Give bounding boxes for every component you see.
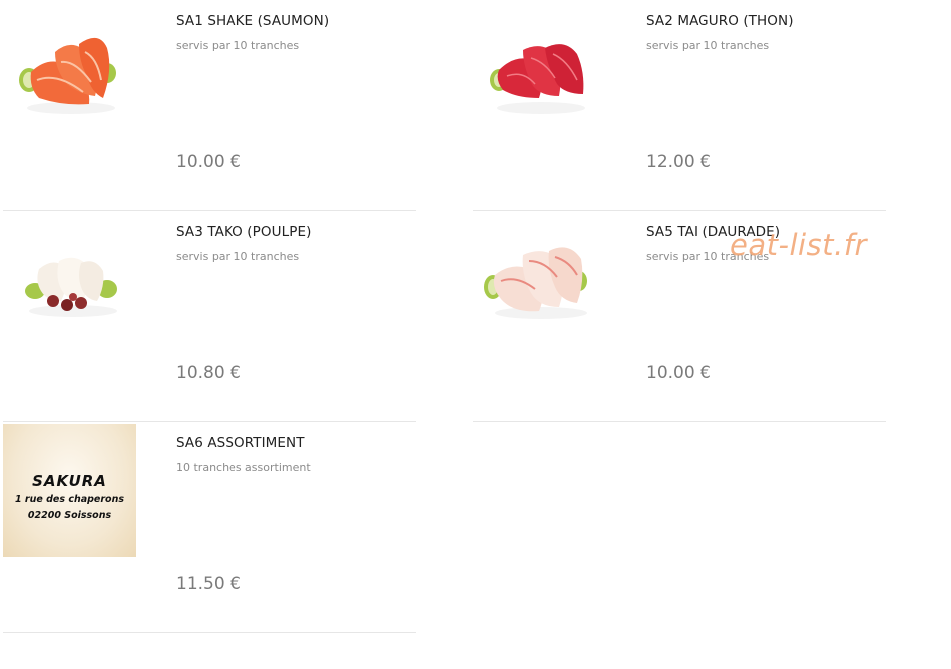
restaurant-name: SAKURA [32, 472, 107, 490]
menu-item[interactable]: SA1 SHAKE (SAUMON) servis par 10 tranche… [3, 0, 416, 211]
item-description: 10 tranches assortiment [176, 461, 311, 474]
item-title: SA6 ASSORTIMENT [176, 435, 305, 451]
item-title: SA1 SHAKE (SAUMON) [176, 13, 330, 29]
item-title: SA3 TAKO (POULPE) [176, 224, 312, 240]
menu-item[interactable]: SA2 MAGURO (THON) servis par 10 tranches… [473, 0, 886, 211]
item-title: SA2 MAGURO (THON) [646, 13, 794, 29]
menu-item[interactable]: SA3 TAKO (POULPE) servis par 10 tranches… [3, 211, 416, 422]
item-price: 12.00 € [646, 152, 711, 172]
item-description: servis par 10 tranches [646, 39, 770, 52]
item-price: 11.50 € [176, 574, 241, 594]
restaurant-address-street: 1 rue des chaperons [15, 494, 124, 505]
restaurant-logo-card: SAKURA 1 rue des chaperons 02200 Soisson… [3, 424, 136, 557]
restaurant-address-city: 02200 Soissons [27, 510, 112, 521]
item-price: 10.80 € [176, 363, 241, 383]
tuna-sashimi-image [490, 44, 585, 114]
watermark-text: eat-list.fr [730, 228, 867, 262]
sea-bream-sashimi-image [484, 247, 587, 319]
octopus-sashimi-image [25, 257, 117, 317]
item-description: servis par 10 tranches [176, 39, 300, 52]
item-description: servis par 10 tranches [176, 250, 300, 263]
item-price: 10.00 € [646, 363, 711, 383]
divider [473, 421, 886, 422]
divider [3, 632, 416, 633]
item-price: 10.00 € [176, 152, 241, 172]
salmon-sashimi-image [19, 37, 116, 114]
